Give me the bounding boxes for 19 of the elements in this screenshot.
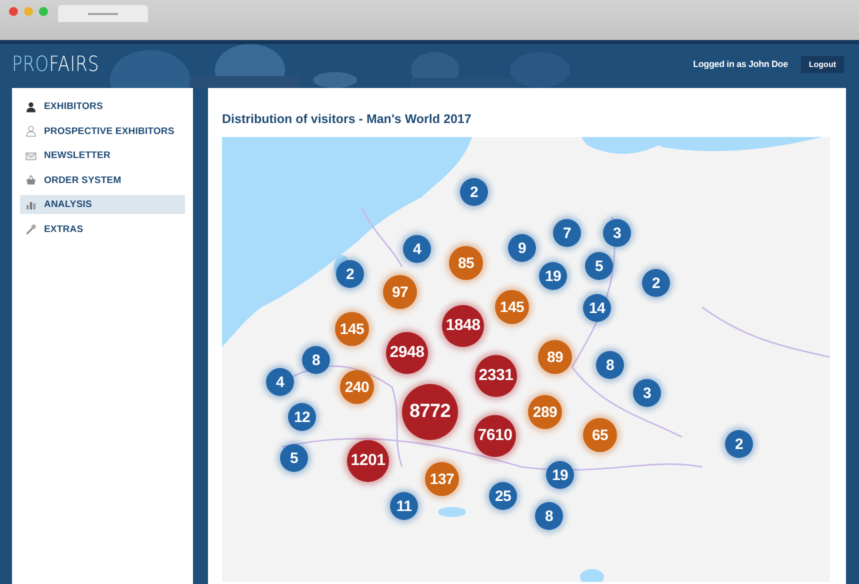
page-title: Distribution of visitors - Man's World 2017 (222, 112, 472, 126)
sidebar-item[interactable]: EXHIBITORS (20, 97, 185, 116)
close-button[interactable] (9, 6, 18, 16)
sidebar-item[interactable]: EXTRAS (20, 220, 185, 238)
person-outline-icon (25, 125, 37, 137)
logo: PROFAIRS (12, 52, 100, 76)
sidebar-item[interactable]: ORDER SYSTEM (20, 170, 185, 190)
minimize-button[interactable] (24, 6, 33, 16)
basket-icon (25, 174, 37, 186)
maximize-button[interactable] (39, 6, 48, 16)
sidebar-item[interactable]: PROSPECTIVE EXHIBITORS (20, 122, 185, 140)
user-label: Logged in as John Doe (693, 59, 788, 69)
sidebar-item[interactable]: NEWSLETTER (20, 146, 185, 165)
person-icon (25, 100, 37, 112)
browser-tab[interactable] (58, 5, 148, 22)
sidebar-item[interactable]: ANALYSIS (20, 195, 185, 214)
envelope-icon (25, 150, 37, 162)
logout-button[interactable]: Logout (800, 56, 844, 72)
wrench-icon (25, 223, 37, 235)
